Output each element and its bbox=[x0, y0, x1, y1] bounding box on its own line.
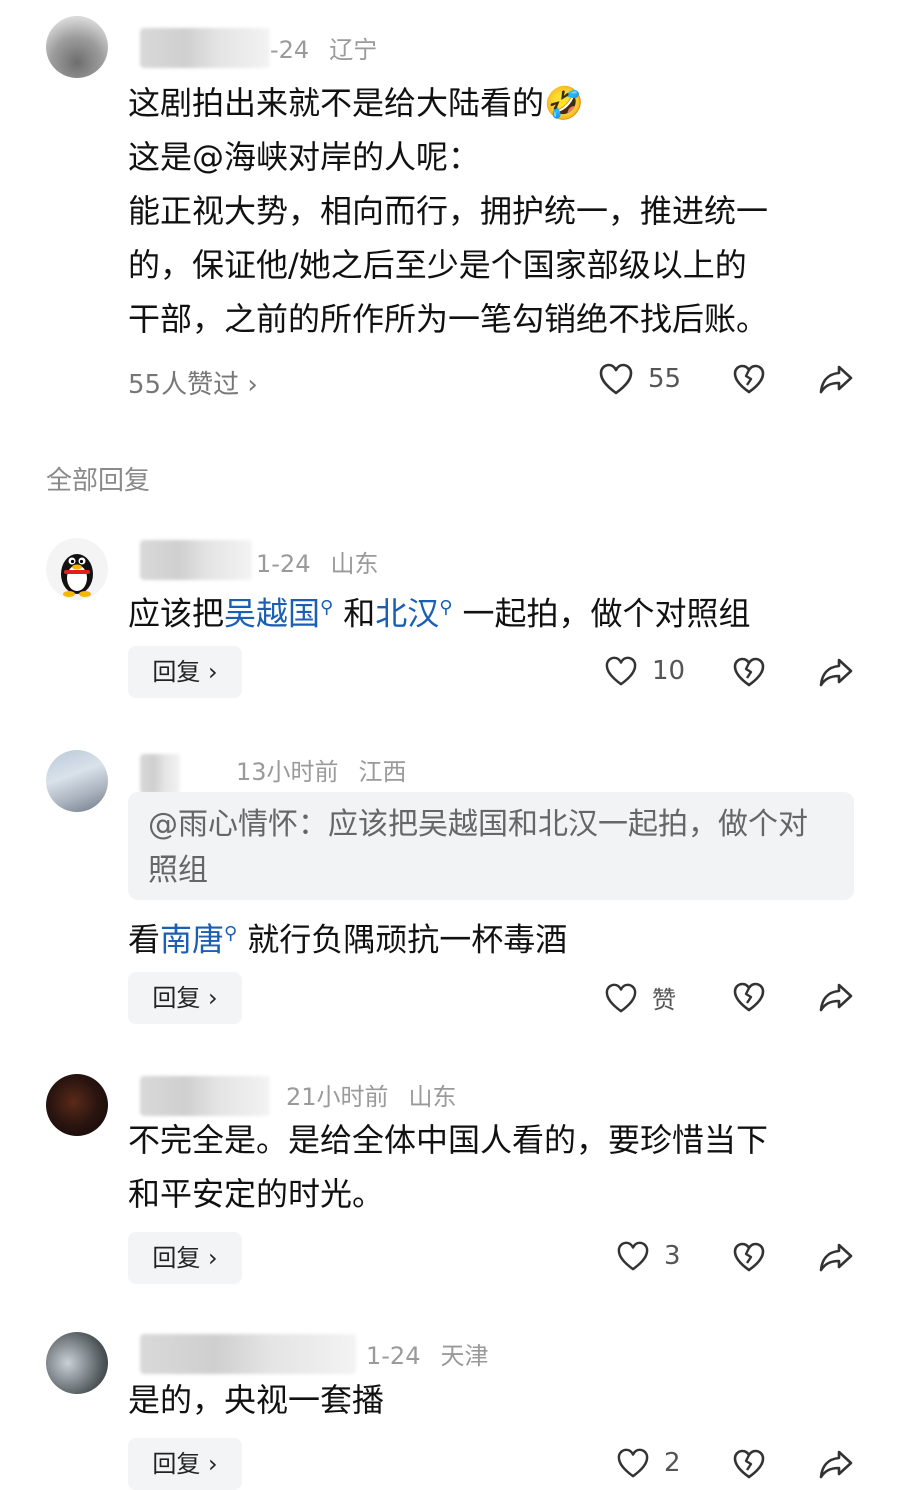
search-icon[interactable]: ⚲ bbox=[439, 597, 452, 618]
comment-location: 山东 bbox=[330, 550, 379, 578]
keyword-link[interactable]: 北汉 bbox=[375, 595, 439, 633]
heart-icon bbox=[599, 363, 633, 395]
avatar[interactable] bbox=[46, 1332, 108, 1394]
username[interactable] bbox=[140, 1076, 270, 1116]
like-button[interactable]: 2 bbox=[616, 1447, 681, 1479]
text-segment: 看 bbox=[128, 920, 161, 959]
share-icon bbox=[819, 658, 853, 687]
reply-button[interactable]: 回复 › bbox=[128, 972, 242, 1024]
reply-button[interactable]: 回复 › bbox=[128, 1438, 242, 1490]
like-button[interactable]: 10 bbox=[604, 655, 685, 687]
heart-icon bbox=[617, 1241, 649, 1271]
dislike-button[interactable] bbox=[732, 363, 766, 399]
comment-line: 的，保证他/她之后至少是个国家部级以上的 bbox=[128, 246, 747, 284]
like-count: 10 bbox=[652, 656, 686, 686]
comment-time: -24 bbox=[270, 36, 310, 64]
share-icon bbox=[819, 1450, 853, 1479]
comment-location: 山东 bbox=[408, 1083, 457, 1111]
comment-text: 看南唐⚲ 就行负隅顽抗一杯毒酒 bbox=[128, 907, 567, 967]
comment-location: 辽宁 bbox=[329, 36, 378, 64]
username[interactable] bbox=[140, 540, 252, 580]
comment-time: 13小时前 bbox=[236, 758, 339, 786]
share-icon bbox=[819, 1243, 853, 1272]
avatar[interactable] bbox=[46, 1074, 108, 1136]
reply-button[interactable]: 回复 › bbox=[128, 646, 242, 698]
text-segment: 和 bbox=[343, 594, 376, 633]
avatar[interactable] bbox=[46, 538, 108, 600]
comment-text: 应该把吴越国⚲ 和北汉⚲ 一起拍，做个对照组 bbox=[128, 581, 750, 641]
share-button[interactable] bbox=[818, 1241, 854, 1277]
share-button[interactable] bbox=[818, 656, 854, 692]
text-segment: 一起拍，做个对照组 bbox=[462, 594, 751, 633]
likes-list-link[interactable]: 55人赞过 › bbox=[128, 364, 258, 401]
comment-text: 这剧拍出来就不是给大陆看的🤣 这是@海峡对岸的人呢： 能正视大势，相向而行，拥护… bbox=[128, 76, 868, 346]
keyword-link[interactable]: 南唐 bbox=[160, 921, 224, 959]
heart-icon bbox=[605, 656, 637, 686]
username[interactable] bbox=[140, 1334, 356, 1374]
share-icon bbox=[819, 365, 853, 394]
broken-heart-icon bbox=[733, 1449, 765, 1479]
comment-line: 能正视大势，相向而行，拥护统一，推进统一 bbox=[128, 192, 769, 230]
comment-line: 不完全是。是给全体中国人看的，要珍惜当下 bbox=[128, 1121, 769, 1159]
share-button[interactable] bbox=[818, 981, 854, 1017]
comment-meta: 21小时前 山东 bbox=[286, 1077, 477, 1112]
comment-location: 天津 bbox=[440, 1342, 489, 1370]
like-button[interactable]: 3 bbox=[616, 1240, 681, 1272]
rofl-emoji-icon: 🤣 bbox=[544, 84, 584, 122]
quoted-comment[interactable]: @雨心情怀：应该把吴越国和北汉一起拍，做个对照组 bbox=[128, 792, 854, 900]
comment-meta: 1-24 天津 bbox=[366, 1336, 508, 1371]
avatar[interactable] bbox=[46, 750, 108, 812]
like-button[interactable]: 55 bbox=[598, 362, 681, 396]
comment-line: 这是@海峡对岸的人呢： bbox=[128, 138, 481, 176]
broken-heart-icon bbox=[733, 657, 765, 687]
like-label: 赞 bbox=[652, 986, 676, 1014]
reply-button[interactable]: 回复 › bbox=[128, 1232, 242, 1284]
comment-text: 是的，央视一套播 bbox=[128, 1381, 385, 1419]
quoted-text: @雨心情怀：应该把吴越国和北汉一起拍，做个对照组 bbox=[148, 807, 808, 888]
heart-icon bbox=[605, 983, 637, 1012]
like-count: 3 bbox=[664, 1241, 681, 1271]
comment-time: 1-24 bbox=[366, 1342, 421, 1370]
qq-penguin-avatar bbox=[61, 554, 93, 597]
like-button[interactable]: 赞 bbox=[604, 980, 676, 1015]
comment-time: 21小时前 bbox=[286, 1083, 389, 1111]
keyword-link[interactable]: 吴越国 bbox=[224, 595, 320, 633]
dislike-button[interactable] bbox=[732, 1241, 766, 1277]
comment-meta: 13小时前 江西 bbox=[236, 752, 427, 787]
text-segment: 应该把 bbox=[128, 594, 225, 633]
comment-line: 和平安定的时光。 bbox=[128, 1175, 385, 1213]
text-segment: 就行负隅顽抗一杯毒酒 bbox=[247, 920, 568, 959]
broken-heart-icon bbox=[733, 364, 765, 394]
comment-line: 干部，之前的所作所为一笔勾销绝不找后账。 bbox=[128, 300, 769, 338]
comment-location: 江西 bbox=[358, 758, 407, 786]
avatar[interactable] bbox=[46, 16, 108, 78]
heart-icon bbox=[617, 1448, 649, 1478]
search-icon[interactable]: ⚲ bbox=[320, 597, 333, 618]
comment-meta: 1-24 山东 bbox=[256, 544, 398, 579]
share-button[interactable] bbox=[818, 1448, 854, 1484]
dislike-button[interactable] bbox=[732, 656, 766, 692]
username[interactable] bbox=[140, 28, 270, 68]
dislike-button[interactable] bbox=[732, 981, 766, 1017]
like-count: 2 bbox=[664, 1448, 681, 1478]
section-title: 全部回复 bbox=[46, 466, 151, 496]
comment-text: 不完全是。是给全体中国人看的，要珍惜当下 和平安定的时光。 bbox=[128, 1113, 868, 1221]
dislike-button[interactable] bbox=[732, 1448, 766, 1484]
broken-heart-icon bbox=[733, 1242, 765, 1272]
search-icon[interactable]: ⚲ bbox=[224, 923, 237, 944]
comment-meta: -24 辽宁 bbox=[270, 30, 397, 65]
comment-time: 1-24 bbox=[256, 550, 311, 578]
like-count: 55 bbox=[648, 364, 682, 394]
share-button[interactable] bbox=[818, 363, 854, 399]
username[interactable] bbox=[140, 754, 180, 794]
comment-line: 这剧拍出来就不是给大陆看的 bbox=[128, 84, 545, 122]
broken-heart-icon bbox=[733, 982, 765, 1012]
share-icon bbox=[819, 983, 853, 1012]
